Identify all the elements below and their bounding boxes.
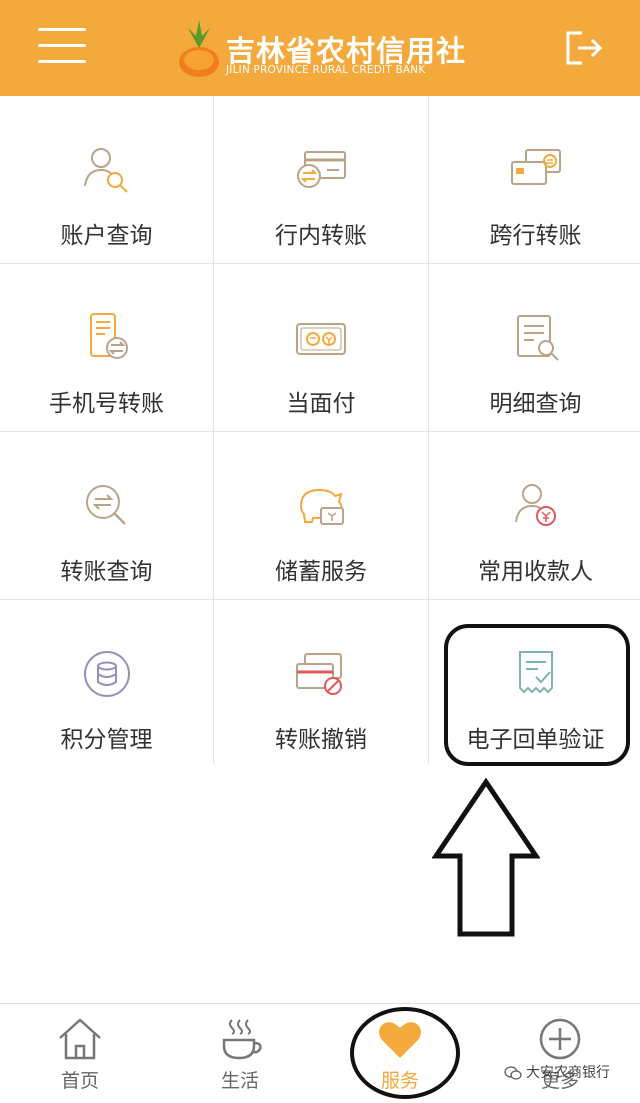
grid-item-interbank-transfer[interactable]: 跨行转账 <box>429 96 640 263</box>
grid-item-frequent-payees[interactable]: 常用收款人 <box>429 432 640 599</box>
grid-item-label: 账户查询 <box>60 223 153 249</box>
home-icon <box>59 1018 101 1060</box>
user-search-icon <box>83 148 128 193</box>
grid-item-internal-transfer[interactable]: 行内转账 <box>214 96 428 263</box>
cards-exchange-icon <box>510 149 561 185</box>
logout-button[interactable] <box>564 30 604 66</box>
transfer-search-icon <box>85 485 126 525</box>
face-pay-icon <box>296 323 346 355</box>
phone-transfer-icon <box>89 313 128 359</box>
menu-line <box>38 28 86 31</box>
tab-label: 生活 <box>220 1070 259 1092</box>
payee-icon <box>514 484 556 526</box>
grid-item-label: 积分管理 <box>60 727 153 753</box>
bottom-tab-bar: 首页 生活 服务 更多 <box>0 1003 640 1103</box>
brand-subtitle: JILIN PROVINCE RURAL CREDIT BANK <box>226 64 426 76</box>
bank-logo-icon <box>179 20 219 77</box>
plus-circle-icon <box>539 1018 581 1060</box>
menu-line <box>38 44 86 47</box>
highlight-box <box>444 624 630 766</box>
grid-item-transfer-cancel[interactable]: 转账撤销 <box>214 600 428 767</box>
transfer-cancel-icon <box>296 653 342 695</box>
grid-item-face-pay[interactable]: 当面付 <box>214 264 428 431</box>
watermark-text: 大安农商银行 <box>526 1065 610 1081</box>
grid-item-label: 储蓄服务 <box>275 559 367 585</box>
piggy-bank-icon <box>299 488 344 525</box>
grid-item-detail-query[interactable]: 明细查询 <box>429 264 640 431</box>
grid-item-label: 转账撤销 <box>275 727 367 753</box>
menu-line <box>38 60 86 63</box>
tab-label: 首页 <box>60 1070 99 1092</box>
grid-item-label: 跨行转账 <box>489 223 582 249</box>
app-header: 吉林省农村信用社 JILIN PROVINCE RURAL CREDIT BAN… <box>0 0 640 96</box>
grid-item-phone-transfer[interactable]: 手机号转账 <box>0 264 213 431</box>
grid-item-label: 明细查询 <box>489 391 582 417</box>
tab-life[interactable]: 生活 <box>160 1004 320 1103</box>
tab-more[interactable]: 更多 <box>480 1004 640 1103</box>
grid-item-savings-service[interactable]: 储蓄服务 <box>214 432 428 599</box>
coffee-cup-icon <box>222 1019 262 1060</box>
highlight-circle <box>350 1007 460 1099</box>
grid-item-label: 当面付 <box>286 391 356 417</box>
grid-item-account-query[interactable]: 账户查询 <box>0 96 213 263</box>
grid-item-label: 转账查询 <box>60 559 153 585</box>
up-arrow-icon <box>432 778 540 937</box>
grid-item-label: 手机号转账 <box>49 391 164 417</box>
wechat-icon <box>504 1066 522 1080</box>
grid-item-label: 常用收款人 <box>478 559 593 585</box>
grid-item-points-management[interactable]: 积分管理 <box>0 600 213 767</box>
grid-item-transfer-query[interactable]: 转账查询 <box>0 432 213 599</box>
card-transfer-icon <box>297 151 346 188</box>
grid-item-label: 行内转账 <box>275 223 367 249</box>
points-coin-icon <box>83 651 130 697</box>
menu-button[interactable] <box>38 24 86 68</box>
tab-home[interactable]: 首页 <box>0 1004 160 1103</box>
detail-search-icon <box>516 315 559 361</box>
